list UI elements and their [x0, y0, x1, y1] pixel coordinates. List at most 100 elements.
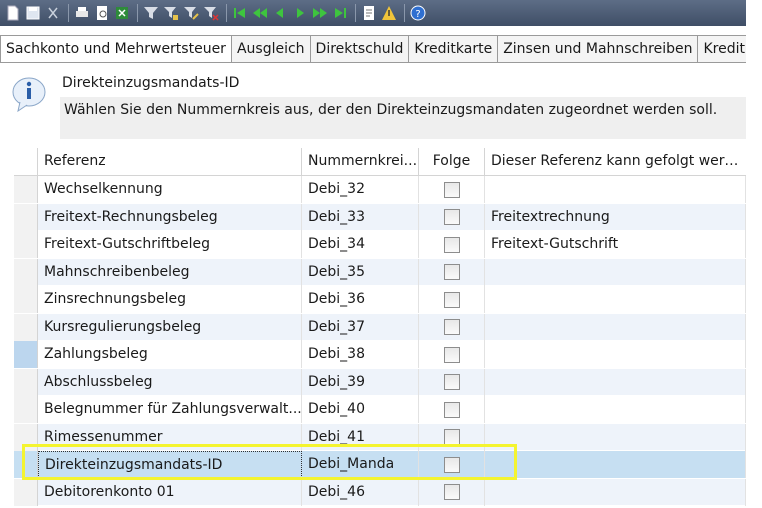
cell-nummernkreis[interactable]: Debi_32: [302, 176, 419, 203]
folge-checkbox[interactable]: [443, 319, 460, 335]
row-selector[interactable]: [14, 368, 38, 396]
cell-nummernkreis[interactable]: Debi_38: [302, 341, 419, 368]
cell-nummernkreis[interactable]: Debi_35: [302, 258, 419, 286]
row-selector[interactable]: [14, 286, 38, 313]
cell-dieser-referenz[interactable]: [485, 176, 746, 203]
filter-add-icon[interactable]: [162, 4, 180, 22]
table-row[interactable]: Direkteinzugsmandats-ID Debi_Manda: [14, 451, 746, 479]
table-row[interactable]: Freitext-Gutschriftbeleg Debi_34 Freitext-…: [14, 231, 746, 259]
cell-dieser-referenz[interactable]: [485, 341, 746, 368]
cell-nummernkreis[interactable]: Debi_40: [302, 396, 419, 423]
row-selector[interactable]: [14, 258, 38, 286]
cell-dieser-referenz[interactable]: [485, 368, 746, 396]
cell-referenz[interactable]: Zinsrechnungsbeleg: [38, 286, 302, 313]
table-row[interactable]: Abschlussbeleg Debi_39: [14, 368, 746, 396]
cell-referenz[interactable]: Kursregulierungsbeleg: [38, 313, 302, 341]
table-row[interactable]: Zinsrechnungsbeleg Debi_36: [14, 286, 746, 314]
cell-dieser-referenz[interactable]: [485, 313, 746, 341]
cell-nummernkreis[interactable]: Debi_33: [302, 203, 419, 231]
folge-checkbox[interactable]: [443, 429, 460, 445]
folge-checkbox[interactable]: [443, 374, 460, 390]
filter-edit-icon[interactable]: [182, 4, 200, 22]
table-row[interactable]: Kursregulierungsbeleg Debi_37: [14, 313, 746, 341]
table-row[interactable]: Freitext-Rechnungsbeleg Debi_33 Freitextre…: [14, 203, 746, 231]
cell-referenz[interactable]: Rimessenummer: [38, 423, 302, 451]
alert-icon[interactable]: [380, 4, 398, 22]
row-selector[interactable]: [14, 478, 38, 506]
print-icon[interactable]: [73, 4, 91, 22]
cell-nummernkreis[interactable]: Debi_Manda: [302, 451, 419, 478]
tab-zinsen[interactable]: Zinsen und Mahnschreiben: [497, 35, 699, 62]
tab-direktschuld[interactable]: Direktschuld: [309, 35, 410, 62]
cell-referenz[interactable]: Mahnschreibenbeleg: [38, 258, 302, 286]
folge-checkbox[interactable]: [443, 401, 460, 418]
header-dieser-referenz[interactable]: Dieser Referenz kann gefolgt werd...: [485, 148, 746, 175]
cell-nummernkreis[interactable]: Debi_37: [302, 313, 419, 341]
cell-nummernkreis[interactable]: Debi_46: [302, 478, 419, 506]
table-row[interactable]: Zahlungsbeleg Debi_38: [14, 341, 746, 369]
row-selector[interactable]: [14, 341, 38, 368]
cell-dieser-referenz[interactable]: Freitextrechnung: [485, 203, 746, 231]
folge-checkbox[interactable]: [443, 291, 460, 308]
row-selector[interactable]: [14, 231, 38, 258]
cell-dieser-referenz[interactable]: [485, 451, 746, 478]
filter-remove-icon[interactable]: [202, 4, 220, 22]
cell-nummernkreis[interactable]: Debi_36: [302, 286, 419, 313]
folge-checkbox[interactable]: [443, 236, 460, 253]
tab-ausgleich[interactable]: Ausgleich: [230, 35, 311, 62]
table-row[interactable]: Debitorenkonto 01 Debi_46: [14, 478, 746, 506]
folge-checkbox[interactable]: [443, 209, 460, 225]
header-nummernkreis[interactable]: Nummernkrei...: [302, 148, 419, 175]
table-row[interactable]: Mahnschreibenbeleg Debi_35: [14, 258, 746, 286]
cell-referenz[interactable]: Freitext-Gutschriftbeleg: [38, 231, 302, 258]
export-icon[interactable]: [113, 4, 131, 22]
cut-icon[interactable]: [44, 4, 62, 22]
row-selector[interactable]: [14, 423, 38, 451]
cell-dieser-referenz[interactable]: [485, 423, 746, 451]
tab-kreditkarte[interactable]: Kreditkarte: [408, 35, 499, 62]
filter-icon[interactable]: [142, 4, 160, 22]
cell-referenz[interactable]: Zahlungsbeleg: [38, 341, 302, 368]
header-folge[interactable]: Folge: [419, 148, 485, 175]
cell-referenz[interactable]: Belegnummer für Zahlungsverwalt...: [38, 396, 302, 423]
prev-icon[interactable]: [271, 4, 289, 22]
folge-checkbox[interactable]: [443, 346, 460, 363]
cell-dieser-referenz[interactable]: [485, 396, 746, 423]
folge-checkbox[interactable]: [443, 264, 460, 280]
cell-referenz[interactable]: Wechselkennung: [38, 176, 302, 203]
table-row[interactable]: Rimessenummer Debi_41: [14, 423, 746, 451]
folge-checkbox[interactable]: [443, 484, 460, 500]
cell-dieser-referenz[interactable]: [485, 258, 746, 286]
preview-icon[interactable]: [93, 4, 111, 22]
new-doc-icon[interactable]: [4, 4, 22, 22]
cell-dieser-referenz[interactable]: [485, 478, 746, 506]
save-icon[interactable]: [24, 4, 42, 22]
last-icon[interactable]: [331, 4, 349, 22]
prev-page-icon[interactable]: [251, 4, 269, 22]
cell-referenz[interactable]: Abschlussbeleg: [38, 368, 302, 396]
tab-sachkonto[interactable]: Sachkonto und Mehrwertsteuer: [0, 35, 232, 62]
row-selector[interactable]: [14, 176, 38, 203]
cell-referenz[interactable]: Debitorenkonto 01: [38, 478, 302, 506]
folge-checkbox[interactable]: [443, 456, 460, 473]
help-icon[interactable]: ?: [409, 4, 427, 22]
next-icon[interactable]: [291, 4, 309, 22]
header-referenz[interactable]: Referenz: [38, 148, 302, 175]
tab-kredit[interactable]: Kredit: [697, 35, 746, 62]
cell-referenz[interactable]: Direkteinzugsmandats-ID: [38, 451, 302, 478]
row-selector[interactable]: [14, 396, 38, 423]
notes-icon[interactable]: [360, 4, 378, 22]
next-page-icon[interactable]: [311, 4, 329, 22]
row-selector[interactable]: [14, 451, 38, 478]
cell-dieser-referenz[interactable]: [485, 286, 746, 313]
cell-nummernkreis[interactable]: Debi_34: [302, 231, 419, 258]
row-selector[interactable]: [14, 203, 38, 231]
cell-dieser-referenz[interactable]: Freitext-Gutschrift: [485, 231, 746, 258]
folge-checkbox[interactable]: [443, 181, 460, 198]
table-row[interactable]: Belegnummer für Zahlungsverwalt... Debi_4…: [14, 396, 746, 424]
cell-nummernkreis[interactable]: Debi_39: [302, 368, 419, 396]
row-selector[interactable]: [14, 313, 38, 341]
cell-nummernkreis[interactable]: Debi_41: [302, 423, 419, 451]
first-icon[interactable]: [231, 4, 249, 22]
table-row[interactable]: Wechselkennung Debi_32: [14, 176, 746, 204]
